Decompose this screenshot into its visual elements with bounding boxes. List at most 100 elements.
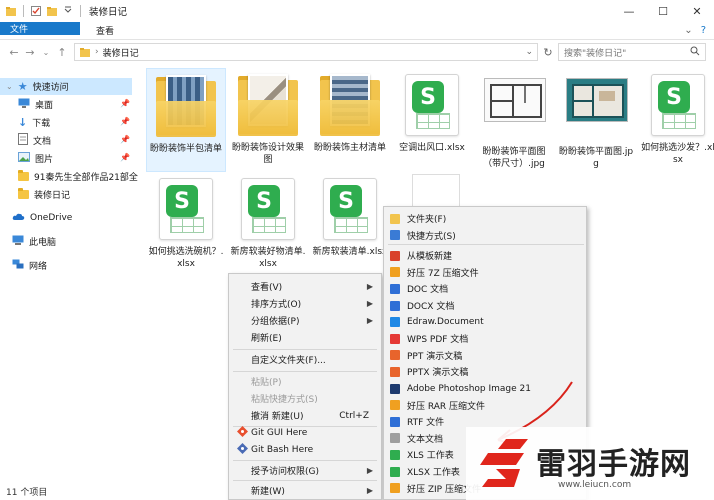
submenu-item[interactable]: 从模板新建: [390, 247, 584, 264]
tab-file[interactable]: 文件: [0, 22, 80, 35]
file-name: 空调出风口.xlsx: [399, 143, 465, 153]
nav-this-pc[interactable]: 此电脑: [12, 233, 56, 250]
submenu-item[interactable]: DOCX 文档: [390, 297, 584, 314]
file-item[interactable]: S 新房软装好物清单.xlsx: [228, 172, 308, 270]
submenu-item[interactable]: WPS PDF 文档: [390, 330, 584, 347]
minimize-button[interactable]: —: [612, 0, 646, 22]
nav-network[interactable]: 网络: [12, 257, 47, 274]
file-type-icon: [390, 400, 400, 411]
pin-icon[interactable]: 📌: [120, 135, 130, 144]
nav-onedrive[interactable]: OneDrive: [12, 209, 72, 226]
file-type-icon: [390, 333, 400, 344]
file-item[interactable]: 盼盼装饰平面图（带尺寸）.jpg: [474, 68, 554, 170]
nav-item-downloads[interactable]: ↓ 下载: [18, 114, 50, 131]
new-folder-icon[interactable]: [46, 5, 58, 17]
nav-quick-access[interactable]: ⌄ ★ 快速访问: [0, 78, 132, 95]
chevron-down-icon[interactable]: ⌄: [38, 48, 54, 57]
file-type-icon: [390, 213, 400, 224]
menu-item-git-bash[interactable]: Git Bash Here: [233, 441, 379, 458]
pin-icon[interactable]: 📌: [120, 99, 130, 108]
address-bar[interactable]: › 装修日记 ⌄: [74, 43, 538, 61]
nav-item-decor-diary[interactable]: 装修日记: [18, 186, 70, 203]
chevron-right-icon: ▶: [366, 299, 373, 308]
file-item[interactable]: 盼盼装饰设计效果图: [228, 68, 308, 166]
menu-separator: [388, 244, 584, 246]
file-item[interactable]: S 如何挑选沙发？.xlsx: [638, 68, 714, 166]
submenu-item-label: 好压 7Z 压缩文件: [407, 268, 479, 279]
chevron-down-icon[interactable]: [62, 5, 74, 17]
file-type-icon: [390, 383, 400, 394]
network-icon: [12, 259, 24, 272]
submenu-item[interactable]: 好压 7Z 压缩文件: [390, 264, 584, 281]
menu-item-grant-access[interactable]: 授予访问权限(G) ▶: [251, 462, 379, 479]
file-name: 盼盼装饰半包清单: [149, 144, 222, 154]
file-item[interactable]: 盼盼装饰主材清单: [310, 68, 390, 154]
shortcut-label: Ctrl+Z: [339, 410, 369, 421]
download-icon: ↓: [18, 116, 28, 129]
nav-item-documents[interactable]: 文档: [18, 132, 51, 149]
breadcrumb-chevron-icon[interactable]: ›: [95, 47, 99, 57]
pin-icon[interactable]: 📌: [120, 117, 130, 126]
help-icon[interactable]: ?: [701, 25, 706, 36]
file-type-icon: [390, 466, 400, 477]
floor-plan-thumbnail: [484, 78, 546, 122]
menu-item-customize[interactable]: 自定义文件夹(F)...: [251, 351, 379, 368]
submenu-item[interactable]: 快捷方式(S): [390, 227, 584, 244]
submenu-item-label: RTF 文件: [407, 418, 445, 429]
submenu-item[interactable]: PPT 演示文稿: [390, 347, 584, 364]
tab-view[interactable]: 查看: [84, 22, 126, 39]
star-icon: ★: [17, 80, 28, 93]
chevron-right-icon: ▶: [366, 466, 373, 475]
search-input[interactable]: 搜索"装修日记": [558, 43, 706, 61]
search-icon: [690, 46, 700, 59]
file-item[interactable]: 盼盼装饰半包清单: [146, 68, 226, 172]
nav-label: OneDrive: [30, 212, 73, 223]
forward-arrow-icon[interactable]: →: [22, 46, 38, 59]
up-arrow-icon[interactable]: ↑: [54, 46, 70, 59]
spreadsheet-icon: S: [405, 74, 459, 136]
menu-item-paste: 粘贴(P): [251, 378, 282, 388]
file-type-icon: [390, 366, 400, 377]
nav-label: 图片: [35, 155, 54, 165]
nav-item-desktop[interactable]: 桌面: [18, 96, 53, 113]
menu-item-undo[interactable]: 撤消 新建(U) Ctrl+Z: [251, 407, 379, 424]
spreadsheet-icon: S: [159, 178, 213, 240]
breadcrumb[interactable]: 装修日记: [103, 46, 139, 59]
chevron-right-icon: ▶: [366, 316, 373, 325]
menu-item-git-gui[interactable]: Git GUI Here: [233, 424, 379, 441]
properties-icon[interactable]: [30, 5, 42, 17]
file-type-icon: [390, 283, 400, 294]
chevron-down-icon[interactable]: ⌄: [684, 25, 692, 36]
nav-label: 桌面: [35, 101, 54, 111]
file-type-icon: [390, 449, 400, 460]
close-button[interactable]: ✕: [680, 0, 714, 22]
maximize-button[interactable]: ☐: [646, 0, 680, 22]
folder-icon: [156, 75, 216, 137]
chevron-down-icon[interactable]: ⌄: [6, 82, 13, 91]
nav-item-pictures[interactable]: 图片: [18, 150, 53, 167]
chevron-down-icon[interactable]: ⌄: [525, 47, 533, 57]
menu-item-refresh[interactable]: 刷新(E): [251, 329, 379, 346]
nav-item-folder-91[interactable]: 91秦先生全部作品21部全: [18, 168, 138, 185]
file-item[interactable]: S 空调出风口.xlsx: [392, 68, 472, 154]
file-type-icon: [390, 267, 400, 278]
menu-item-view[interactable]: 查看(V) ▶: [251, 278, 379, 295]
pin-icon[interactable]: 📌: [120, 153, 130, 162]
file-item[interactable]: S 新房软装清单.xlsx: [310, 172, 390, 258]
file-item[interactable]: 盼盼装饰平面图.jpg: [556, 68, 636, 170]
file-name: 新房软装好物清单.xlsx: [230, 247, 306, 269]
menu-item-sort[interactable]: 排序方式(O) ▶: [251, 295, 379, 312]
file-name: 盼盼装饰平面图.jpg: [558, 147, 634, 169]
file-item[interactable]: S 如何挑选洗碗机？.xlsx: [146, 172, 226, 270]
floor-plan-thumbnail: [566, 78, 628, 122]
refresh-icon[interactable]: ↻: [540, 43, 556, 61]
watermark-url: www.leiucn.com: [558, 480, 632, 490]
menu-item-group[interactable]: 分组依据(P) ▶: [251, 312, 379, 329]
computer-icon: [12, 235, 24, 248]
back-arrow-icon[interactable]: ←: [6, 46, 22, 59]
item-count: 11 个项目: [6, 487, 48, 498]
file-type-icon: [390, 416, 400, 427]
submenu-item[interactable]: DOC 文档: [390, 280, 584, 297]
submenu-item[interactable]: Edraw.Document: [390, 314, 584, 331]
submenu-item[interactable]: 文件夹(F): [390, 210, 584, 227]
